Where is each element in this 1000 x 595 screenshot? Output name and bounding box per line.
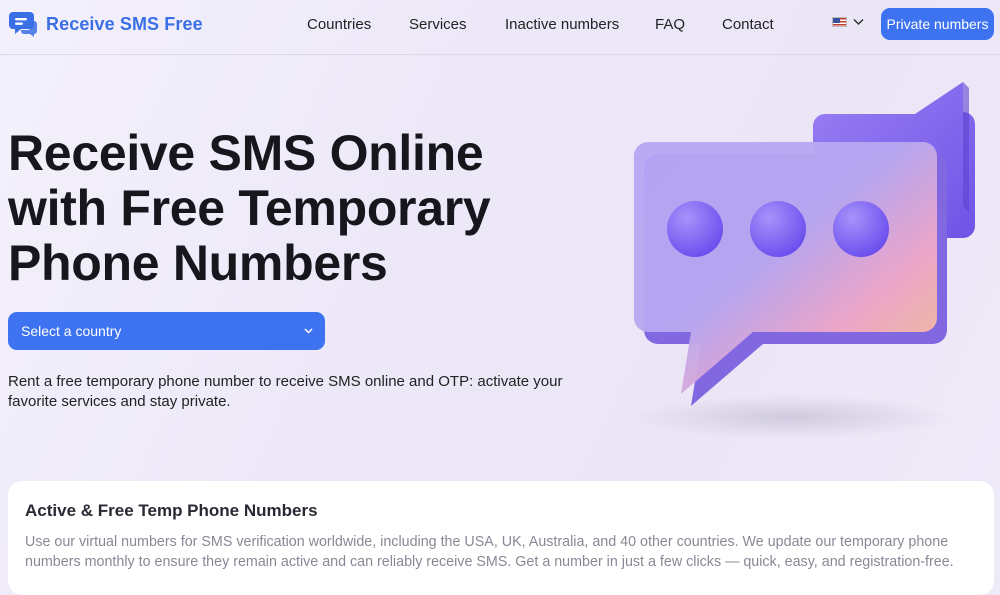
country-select-label: Select a country (21, 323, 122, 339)
nav-contact[interactable]: Contact (722, 16, 774, 33)
country-select[interactable]: Select a country (8, 312, 325, 350)
logo-text: Receive SMS Free (46, 13, 203, 34)
hero-title-line: Receive SMS Online (8, 125, 484, 181)
us-flag-icon (832, 17, 847, 27)
chat-logo-icon (9, 12, 37, 37)
site-header: Receive SMS Free Countries Services Inac… (0, 0, 1000, 55)
logo[interactable]: Receive SMS Free (8, 9, 203, 39)
active-numbers-section: Active & Free Temp Phone Numbers Use our… (8, 481, 994, 595)
section-body: Use our virtual numbers for SMS verifica… (25, 534, 954, 570)
nav-inactive-numbers[interactable]: Inactive numbers (505, 16, 619, 33)
private-numbers-button[interactable]: Private numbers (881, 8, 994, 40)
hero-title: Receive SMS Online with Free Temporary P… (8, 126, 568, 291)
chevron-down-icon (853, 18, 864, 26)
hero-title-line: Phone Numbers (8, 235, 388, 291)
nav-services[interactable]: Services (409, 16, 467, 33)
section-title: Active & Free Temp Phone Numbers (25, 501, 318, 520)
chat-bubble-illustration (630, 82, 975, 439)
nav-countries[interactable]: Countries (307, 16, 371, 33)
language-selector[interactable] (832, 17, 864, 27)
chevron-down-icon (304, 328, 313, 334)
nav-faq[interactable]: FAQ (655, 16, 685, 33)
hero-description: Rent a free temporary phone number to re… (8, 373, 563, 410)
hero-title-line: with Free Temporary (8, 180, 491, 236)
